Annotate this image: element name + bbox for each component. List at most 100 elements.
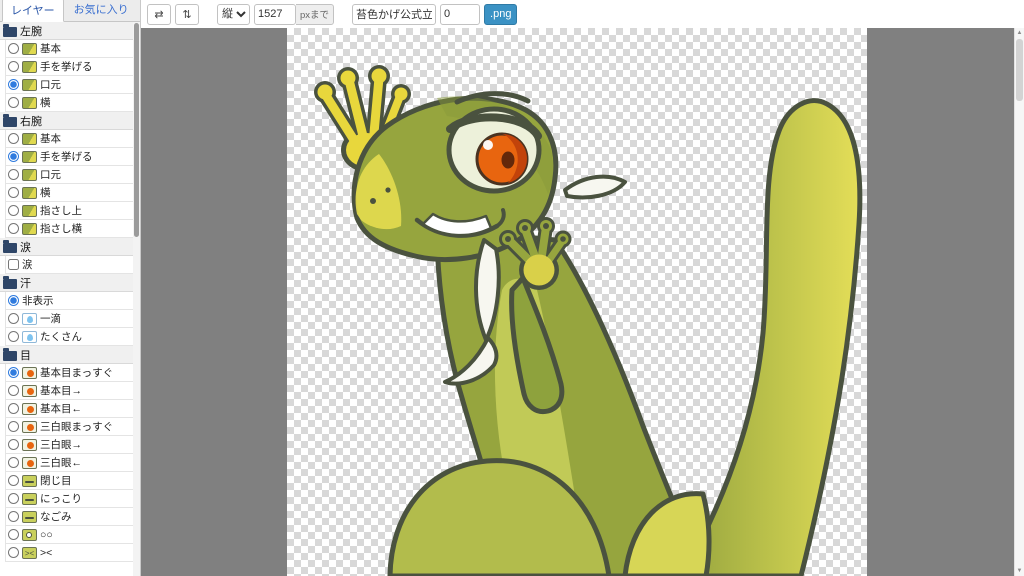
layer-radio[interactable] <box>8 493 19 504</box>
layer-item-row[interactable]: 横 <box>5 184 133 202</box>
layer-item-row[interactable]: >< <box>5 544 133 562</box>
layer-radio[interactable] <box>8 79 19 90</box>
layer-item-label: 基本目まっすぐ <box>40 367 114 379</box>
layer-item-row[interactable]: 基本目まっすぐ <box>5 364 133 382</box>
layer-item-label: 指さし上 <box>40 205 82 217</box>
arm-thumbnail-icon <box>22 222 37 235</box>
eye-thumbnail-icon <box>22 438 37 451</box>
eye-closed-thumbnail-icon <box>22 474 37 487</box>
sidebar: レイヤー お気に入り 左腕 基本 手を挙げる 口元横右腕 基本 手を挙げる 口元横指さし上指… <box>0 0 141 576</box>
layer-radio[interactable] <box>8 457 19 468</box>
padding-input[interactable] <box>440 3 481 25</box>
layer-folder-row[interactable]: 目 <box>0 346 133 364</box>
layer-radio[interactable] <box>8 475 19 486</box>
layer-radio[interactable] <box>8 205 19 216</box>
flip-horizontal-button[interactable]: ⇄ <box>147 3 171 25</box>
arm-thumbnail-icon <box>22 96 37 109</box>
layer-radio[interactable] <box>8 169 19 180</box>
layer-item-label: 指さし横 <box>40 223 82 235</box>
layer-folder-row[interactable]: 左腕 <box>0 22 133 40</box>
layer-item-row[interactable]: 涙 <box>5 256 133 274</box>
layer-item-label: 手を挙げる <box>40 151 93 163</box>
layer-radio[interactable] <box>8 385 19 396</box>
layer-item-row[interactable]: 基本目← <box>5 400 133 418</box>
artboard <box>287 28 867 576</box>
layer-radio[interactable] <box>8 43 19 54</box>
flip-vertical-button[interactable]: ⇅ <box>175 3 199 25</box>
layer-radio[interactable] <box>8 151 19 162</box>
layer-radio[interactable] <box>8 97 19 108</box>
sidebar-tabs: レイヤー お気に入り <box>0 0 140 22</box>
layer-item-row[interactable]: 三白眼← <box>5 454 133 472</box>
layer-item-row[interactable]: 基本目→ <box>5 382 133 400</box>
layer-radio[interactable] <box>8 331 19 342</box>
nostril <box>385 187 391 193</box>
layer-radio[interactable] <box>8 61 19 72</box>
layer-item-row[interactable]: 口元 <box>5 166 133 184</box>
canvas-scrollbar-thumb[interactable] <box>1016 39 1023 101</box>
layer-radio[interactable] <box>8 439 19 450</box>
layer-item-row[interactable]: 閉じ目 <box>5 472 133 490</box>
eye <box>446 106 542 194</box>
layer-radio[interactable] <box>8 223 19 234</box>
folder-icon <box>3 347 17 361</box>
export-png-button[interactable]: .png <box>484 3 518 25</box>
layer-radio[interactable] <box>8 529 19 540</box>
sidebar-scrollbar-thumb[interactable] <box>134 23 139 237</box>
layer-item-row[interactable]: 指さし横 <box>5 220 133 238</box>
layer-radio[interactable] <box>8 511 19 522</box>
layer-item-row[interactable]: 手を挙げる <box>5 148 133 166</box>
layer-radio[interactable] <box>8 133 19 144</box>
arm-thumbnail-icon <box>22 42 37 55</box>
orientation-select[interactable]: 縦 <box>217 3 250 25</box>
layer-item-row[interactable]: 手を挙げる <box>5 58 133 76</box>
scroll-down-icon[interactable]: ▼ <box>1015 566 1024 576</box>
eye-x-thumbnail-icon <box>22 546 37 559</box>
layer-item-row[interactable]: にっこり <box>5 490 133 508</box>
app-window: レイヤー お気に入り 左腕 基本 手を挙げる 口元横右腕 基本 手を挙げる 口元横指さし上指… <box>0 0 1024 576</box>
layer-item-row[interactable]: 口元 <box>5 76 133 94</box>
layer-item-row[interactable]: 基本 <box>5 40 133 58</box>
folder-label: 右腕 <box>20 115 42 128</box>
filename-input[interactable] <box>352 3 437 25</box>
layer-item-label: 三白眼← <box>40 457 82 469</box>
layer-folder-row[interactable]: 右腕 <box>0 112 133 130</box>
layer-radio[interactable] <box>8 295 19 306</box>
eye-round-thumbnail-icon <box>22 528 37 541</box>
sidebar-scrollbar[interactable] <box>133 22 140 576</box>
layer-radio[interactable] <box>8 187 19 198</box>
scroll-up-icon[interactable]: ▲ <box>1015 28 1024 38</box>
layer-folder-row[interactable]: 汗 <box>0 274 133 292</box>
layer-item-row[interactable]: 三白眼→ <box>5 436 133 454</box>
tab-favorites[interactable]: お気に入り <box>65 0 138 21</box>
layer-item-label: 非表示 <box>22 295 54 307</box>
tab-layers[interactable]: レイヤー <box>2 0 64 22</box>
layer-radio[interactable] <box>8 403 19 414</box>
layer-item-row[interactable]: 三白眼まっすぐ <box>5 418 133 436</box>
eye-closed-thumbnail-icon <box>22 492 37 505</box>
canvas-area: ▲ ▼ <box>141 28 1024 576</box>
size-input[interactable] <box>254 3 296 25</box>
layer-item-label: 基本目→ <box>40 385 82 397</box>
eye-thumbnail-icon <box>22 456 37 469</box>
canvas-scrollbar[interactable]: ▲ ▼ <box>1014 28 1024 576</box>
layer-radio[interactable] <box>8 421 19 432</box>
layer-item-row[interactable]: 基本 <box>5 130 133 148</box>
layer-radio[interactable] <box>8 367 19 378</box>
layer-folder-row[interactable]: 涙 <box>0 238 133 256</box>
folder-label: 涙 <box>20 241 31 254</box>
layer-checkbox[interactable] <box>8 259 19 270</box>
size-unit-label: pxまで <box>296 3 335 25</box>
layer-radio[interactable] <box>8 313 19 324</box>
layer-item-row[interactable]: なごみ <box>5 508 133 526</box>
layer-item-label: 一滴 <box>40 313 61 325</box>
layer-item-label: にっこり <box>40 493 82 505</box>
layer-item-row[interactable]: 非表示 <box>5 292 133 310</box>
layer-item-row[interactable]: 指さし上 <box>5 202 133 220</box>
layer-item-row[interactable]: 一滴 <box>5 310 133 328</box>
layer-item-row[interactable]: たくさん <box>5 328 133 346</box>
layer-item-row[interactable]: 横 <box>5 94 133 112</box>
layer-item-label: たくさん <box>40 331 82 343</box>
layer-radio[interactable] <box>8 547 19 558</box>
layer-item-row[interactable]: ○○ <box>5 526 133 544</box>
